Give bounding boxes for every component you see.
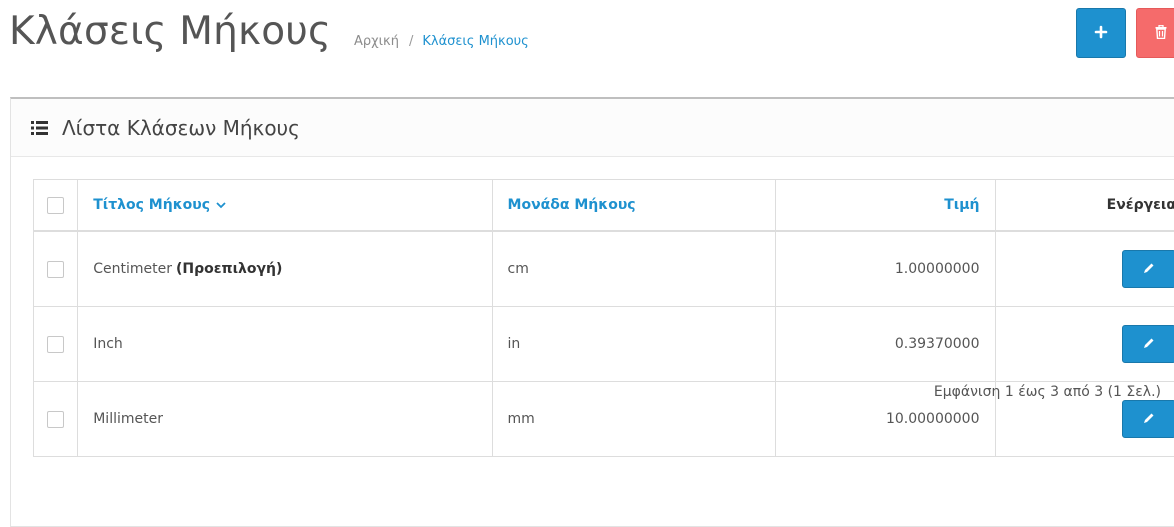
chevron-down-icon [216, 197, 226, 213]
header-action-cell: Ενέργεια [995, 180, 1174, 232]
sort-by-unit-link[interactable]: Μονάδα Μήκους [508, 197, 636, 213]
row-checkbox-cell [34, 307, 78, 382]
row-checkbox[interactable] [47, 411, 64, 428]
length-title: Centimeter [93, 261, 172, 277]
action-cell [995, 307, 1174, 382]
edit-button[interactable] [1122, 325, 1174, 363]
delete-button[interactable] [1136, 8, 1174, 58]
header-unit-cell: Μονάδα Μήκους [492, 180, 775, 232]
row-checkbox-cell [34, 382, 78, 457]
row-checkbox[interactable] [47, 336, 64, 353]
select-all-checkbox[interactable] [47, 197, 64, 214]
length-classes-panel: Λίστα Κλάσεων Μήκους Τίτλος Μήκους [10, 97, 1174, 527]
table-row: Centimeter(Προεπιλογή) cm 1.00000000 [34, 231, 1174, 307]
panel-title: Λίστα Κλάσεων Μήκους [62, 116, 300, 140]
pencil-icon [1143, 337, 1155, 352]
title-cell: Inch [78, 307, 492, 382]
table-row: Inch in 0.39370000 [34, 307, 1174, 382]
breadcrumb-current-link[interactable]: Κλάσεις Μήκους [422, 34, 528, 49]
action-cell [995, 231, 1174, 307]
length-title: Inch [93, 336, 123, 352]
page-title: Κλάσεις Μήκους [9, 8, 331, 56]
pencil-icon [1143, 412, 1155, 427]
table-header-row: Τίτλος Μήκους Μονάδα Μήκους Τιμή Ενέργει… [34, 180, 1174, 232]
breadcrumb-separator: / [409, 34, 413, 49]
pencil-icon [1143, 262, 1155, 277]
value-cell: 0.39370000 [776, 307, 996, 382]
default-badge: (Προεπιλογή) [176, 261, 282, 277]
header-checkbox-cell [34, 180, 78, 232]
breadcrumb: Αρχική / Κλάσεις Μήκους [354, 34, 529, 49]
edit-button[interactable] [1122, 250, 1174, 288]
edit-button[interactable] [1122, 400, 1174, 438]
trash-icon [1155, 25, 1167, 42]
row-checkbox-cell [34, 231, 78, 307]
panel-heading: Λίστα Κλάσεων Μήκους [11, 99, 1174, 157]
length-class-table: Τίτλος Μήκους Μονάδα Μήκους Τιμή Ενέργει… [33, 179, 1174, 457]
plus-icon [1094, 25, 1108, 42]
header-title-cell: Τίτλος Μήκους [78, 180, 492, 232]
length-class-table-wrapper: Τίτλος Μήκους Μονάδα Μήκους Τιμή Ενέργει… [33, 179, 1174, 457]
title-cell: Centimeter(Προεπιλογή) [78, 231, 492, 307]
length-title: Millimeter [93, 411, 163, 427]
unit-cell: in [492, 307, 775, 382]
add-button[interactable] [1076, 8, 1126, 58]
sort-by-value-link[interactable]: Τιμή [944, 197, 979, 213]
unit-cell: mm [492, 382, 775, 457]
header-value-cell: Τιμή [776, 180, 996, 232]
pagination-info: Εμφάνιση 1 έως 3 από 3 (1 Σελ.) [934, 384, 1161, 400]
list-icon [31, 121, 48, 135]
row-checkbox[interactable] [47, 261, 64, 278]
sort-by-title-link[interactable]: Τίτλος Μήκους [93, 197, 226, 213]
title-cell: Millimeter [78, 382, 492, 457]
breadcrumb-home-link[interactable]: Αρχική [354, 34, 399, 49]
column-title-label: Τίτλος Μήκους [93, 197, 210, 213]
unit-cell: cm [492, 231, 775, 307]
value-cell: 1.00000000 [776, 231, 996, 307]
